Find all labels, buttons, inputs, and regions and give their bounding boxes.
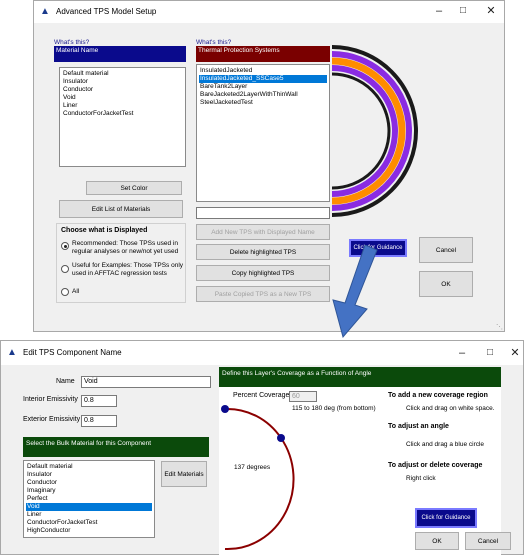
material-list[interactable]: Default material Insulator Conductor Voi…	[59, 67, 186, 167]
list-item[interactable]: Void	[62, 94, 183, 102]
bottom-guidance-button[interactable]: Click for Guidance	[415, 508, 477, 528]
coverage-arc-diagram[interactable]	[219, 403, 309, 553]
exterior-emissivity-label: Exterior Emissivity	[23, 416, 81, 423]
tps-name-input[interactable]	[196, 207, 330, 219]
maximize-icon[interactable]: □	[454, 4, 472, 18]
copy-tps-button[interactable]: Copy highlighted TPS	[196, 265, 330, 281]
app-icon: ▲	[40, 6, 50, 17]
list-item[interactable]: InsulatedJacketed	[199, 67, 327, 75]
title-bar: ▲ Advanced TPS Model Setup – □ ✕	[34, 1, 504, 23]
add-new-tps-button[interactable]: Add New TPS with Displayed Name	[196, 224, 330, 240]
percent-coverage-input[interactable]: 60	[289, 391, 317, 402]
help-add-title: To add a new coverage region	[388, 392, 488, 399]
help-delete-title: To adjust or delete coverage	[388, 462, 483, 469]
edit-list-of-materials-button[interactable]: Edit List of Materials	[59, 200, 183, 218]
list-item[interactable]: Insulator	[26, 471, 152, 479]
list-item[interactable]: Perfect	[26, 495, 152, 503]
help-adjust-body: Click and drag a blue circle	[406, 441, 485, 448]
minimize-icon[interactable]: –	[430, 4, 448, 18]
help-add-body: Click and drag on white space.	[406, 405, 495, 412]
bulk-material-list[interactable]: Default material Insulator Conductor Ima…	[23, 460, 155, 538]
list-item[interactable]: Default material	[62, 70, 183, 78]
bottom-cancel-button[interactable]: Cancel	[465, 532, 511, 550]
interior-emissivity-input[interactable]: 0.8	[81, 395, 117, 407]
list-item[interactable]: InsulatedJacketed_SSCase5	[199, 75, 327, 83]
radio-all-label: All	[72, 288, 80, 295]
close-icon[interactable]: ✕	[482, 4, 500, 18]
list-item[interactable]: ConductorForJacketTest	[62, 110, 183, 118]
bottom-ok-button[interactable]: OK	[415, 532, 459, 550]
arc-degrees-text: 137 degrees	[234, 464, 271, 471]
name-label: Name	[56, 378, 75, 385]
material-name-header: Material Name	[54, 46, 186, 62]
tps-header: Thermal Protection Systems	[196, 46, 330, 62]
radio-recommended-label: Recommended: Those TPSs used in regular …	[72, 240, 179, 255]
list-item[interactable]: Conductor	[26, 479, 152, 487]
app-icon: ▲	[7, 347, 17, 358]
minimize-icon[interactable]: –	[453, 346, 471, 360]
interior-emissivity-label: Interior Emissivity	[23, 396, 78, 403]
paste-tps-button[interactable]: Paste Copied TPS as a New TPS	[196, 286, 330, 302]
set-color-button[interactable]: Set Color	[86, 181, 182, 195]
close-icon[interactable]: ✕	[506, 346, 524, 360]
list-item[interactable]: Default material	[26, 463, 152, 471]
list-item[interactable]: SteelJacketedTest	[199, 99, 327, 107]
arc-handle-right	[277, 434, 285, 442]
percent-coverage-label: Percent Coverage	[233, 392, 290, 399]
list-item[interactable]: BareJacketed2LayerWithThinWall	[199, 91, 327, 99]
advanced-tps-window: ▲ Advanced TPS Model Setup – □ ✕ What's …	[33, 0, 505, 332]
edit-tps-component-window: ▲ Edit TPS Component Name – □ ✕ Name Voi…	[0, 340, 524, 555]
list-item[interactable]: Conductor	[62, 86, 183, 94]
window-title: Advanced TPS Model Setup	[56, 7, 157, 16]
edit-materials-button[interactable]: Edit Materials	[161, 461, 207, 487]
radio-useful[interactable]	[61, 265, 69, 273]
resize-grip-icon[interactable]: ⋱	[496, 323, 503, 331]
list-item[interactable]: Liner	[62, 102, 183, 110]
list-item[interactable]: Imaginary	[26, 487, 152, 495]
list-item[interactable]: Insulator	[62, 78, 183, 86]
whats-this-materials-link[interactable]: What's this?	[54, 39, 89, 46]
arc-handle-top	[221, 405, 229, 413]
name-input[interactable]: Void	[81, 376, 211, 388]
list-item[interactable]: HighConductor	[26, 527, 152, 535]
help-adjust-title: To adjust an angle	[388, 423, 449, 430]
list-item[interactable]: Liner	[26, 511, 152, 519]
list-item[interactable]: Void	[26, 503, 152, 511]
flow-arrow-icon	[332, 245, 378, 339]
tps-list[interactable]: InsulatedJacketed InsulatedJacketed_SSCa…	[196, 64, 330, 202]
whats-this-tps-link[interactable]: What's this?	[196, 39, 231, 46]
radio-useful-label: Useful for Examples: Those TPSs only use…	[72, 262, 184, 277]
title-bar: ▲ Edit TPS Component Name – □ ✕	[1, 341, 523, 365]
list-item[interactable]: BareTank2Layer	[199, 83, 327, 91]
radio-all[interactable]	[61, 288, 69, 296]
window-title: Edit TPS Component Name	[23, 348, 122, 357]
coverage-arc	[224, 407, 295, 551]
tps-layer-rings	[331, 45, 418, 217]
maximize-icon[interactable]: □	[481, 346, 499, 360]
bulk-material-header: Select the Bulk Material for this Compon…	[23, 437, 209, 457]
choose-title: Choose what is Displayed	[61, 227, 148, 234]
list-item[interactable]: ConductorForJacketTest	[26, 519, 152, 527]
delete-tps-button[interactable]: Delete highlighted TPS	[196, 244, 330, 260]
radio-recommended[interactable]	[61, 242, 69, 250]
coverage-header: Define this Layer's Coverage as a Functi…	[219, 367, 501, 387]
top-cancel-button[interactable]: Cancel	[419, 237, 473, 263]
exterior-emissivity-input[interactable]: 0.8	[81, 415, 117, 427]
top-ok-button[interactable]: OK	[419, 271, 473, 297]
help-delete-body: Right click	[406, 475, 436, 482]
